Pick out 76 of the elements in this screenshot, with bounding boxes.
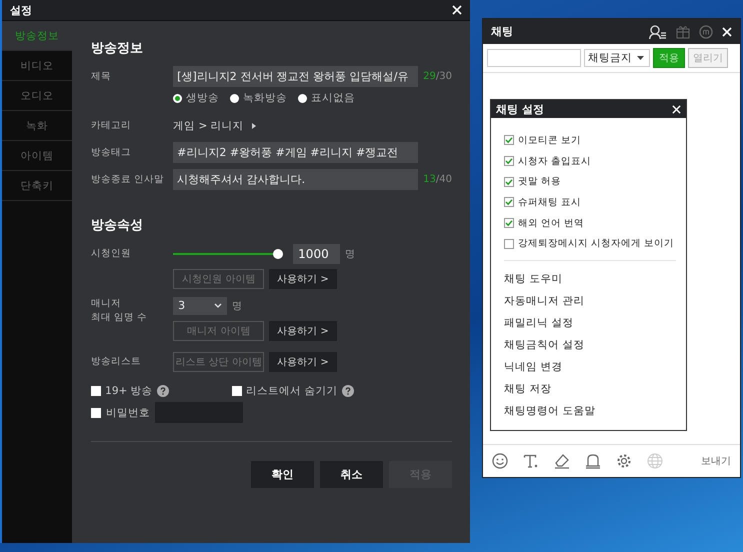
help-icon[interactable] xyxy=(342,385,354,397)
sidebar-tab[interactable]: 방송정보 xyxy=(2,21,72,51)
viewer-count-field[interactable]: 1000 xyxy=(293,244,340,264)
radio-option[interactable]: 표시없음 xyxy=(298,91,356,105)
checkbox[interactable] xyxy=(504,156,514,166)
field-label: 제목 xyxy=(91,70,112,83)
field-label: 방송리스트 xyxy=(91,355,142,368)
use-button[interactable]: 사용하기 > xyxy=(269,352,337,372)
text-style-icon[interactable] xyxy=(523,453,539,469)
m-circle-icon[interactable] xyxy=(699,24,713,38)
section-heading: 방송속성 xyxy=(91,217,144,234)
chevron-down-icon xyxy=(214,303,222,308)
user-list-icon[interactable] xyxy=(649,24,667,38)
unit-label: 명 xyxy=(232,300,242,312)
chat-action-dropdown[interactable]: 채팅금지 xyxy=(584,49,650,67)
window-title: 채팅 xyxy=(491,24,514,39)
use-button[interactable]: 사용하기 > xyxy=(269,268,337,288)
option-label: 이모티콘 보기 xyxy=(518,134,582,147)
menu-item[interactable]: 닉네임 변경 xyxy=(504,356,676,378)
dialog-button[interactable]: 확인 xyxy=(251,461,314,488)
dialog-button[interactable]: 취소 xyxy=(320,461,383,488)
category-value[interactable]: 게임 > 리니지 xyxy=(173,118,244,132)
field-label: 매니저 최대 임명 수 xyxy=(91,297,148,325)
checkbox[interactable] xyxy=(504,218,514,228)
field-label: 카테고리 xyxy=(91,119,132,132)
caret-icon[interactable] xyxy=(252,122,256,128)
menu-item[interactable]: 채팅금칙어 설정 xyxy=(504,334,676,356)
checkbox[interactable] xyxy=(504,176,514,187)
send-button[interactable]: 보내기 xyxy=(701,454,731,468)
checkbox-label: 리스트에서 숨기기 xyxy=(246,384,338,398)
unit-label: 명 xyxy=(345,248,356,260)
radio-option[interactable]: 녹화방송 xyxy=(230,91,288,105)
smiley-icon[interactable] xyxy=(492,453,508,469)
option-label: 강제퇴장메시지 시청자에게 보이기 xyxy=(518,237,674,250)
checkbox[interactable] xyxy=(91,386,102,396)
checkbox[interactable] xyxy=(91,408,102,418)
character-count: 13/40 xyxy=(423,174,452,185)
option-label: 귓말 허용 xyxy=(518,175,562,188)
option-label: 슈퍼채팅 표시 xyxy=(518,196,582,209)
checkbox-label: 19+ 방송 xyxy=(105,384,153,398)
menu-item[interactable]: 채팅명령어 도움말 xyxy=(504,400,676,422)
viewer-slider[interactable] xyxy=(173,248,284,258)
checkbox[interactable] xyxy=(504,238,514,249)
close-icon[interactable] xyxy=(722,26,732,36)
ending-message-field[interactable]: 시청해주셔서 감사합니다. xyxy=(173,169,418,190)
menu-item[interactable]: 채팅 도우미 xyxy=(504,268,676,290)
checkbox[interactable] xyxy=(504,197,514,208)
option-label: 시청자 출입표시 xyxy=(518,154,592,168)
title-field[interactable]: [생]리니지2 전서버 쟁교전 왕허풍 입담해설/유 xyxy=(173,66,418,87)
menu-item[interactable]: 채팅 저장 xyxy=(504,378,676,400)
manager-count-dropdown[interactable]: 3 xyxy=(173,296,228,314)
caret-icon xyxy=(637,56,644,60)
checkbox-label: 비밀번호 xyxy=(106,406,150,420)
close-icon[interactable] xyxy=(672,104,681,114)
field-label: 방송태그 xyxy=(91,146,132,159)
popup-title: 채팅 설정 xyxy=(496,102,544,116)
menu-item[interactable]: 패밀리닉 설정 xyxy=(504,312,676,334)
field-label: 방송종료 인사말 xyxy=(91,173,166,186)
window-title: 설정 xyxy=(10,2,32,18)
option-label: 해외 언어 번역 xyxy=(518,216,584,230)
checkbox[interactable] xyxy=(504,135,514,146)
tags-field[interactable]: #리니지2 #왕허풍 #게임 #리니지 #쟁교전 xyxy=(173,142,418,163)
help-icon[interactable] xyxy=(156,385,169,397)
settings-icon[interactable] xyxy=(616,453,632,469)
menu-item[interactable]: 자동매니저 관리 xyxy=(504,290,676,312)
close-icon[interactable] xyxy=(452,5,462,15)
user-search-field[interactable] xyxy=(487,49,581,67)
radio-option[interactable]: 생방송 xyxy=(173,91,220,105)
character-count: 29/30 xyxy=(423,71,452,82)
use-button[interactable]: 사용하기 > xyxy=(269,320,337,340)
section-heading: 방송정보 xyxy=(91,40,144,57)
eraser-icon[interactable] xyxy=(554,453,570,469)
gift-icon[interactable] xyxy=(676,24,690,38)
bell-icon[interactable] xyxy=(585,453,601,469)
field-label: 시청인원 xyxy=(91,247,132,260)
checkbox[interactable] xyxy=(232,386,242,396)
